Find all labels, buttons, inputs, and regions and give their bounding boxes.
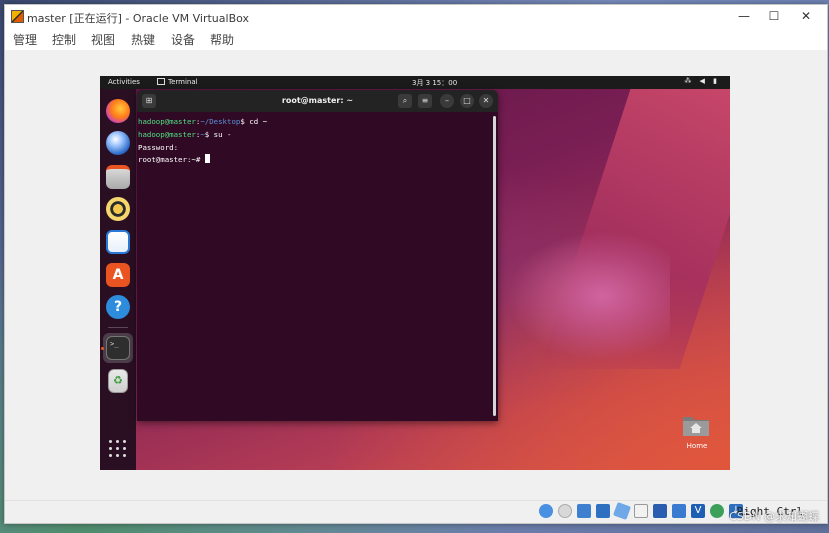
help-icon[interactable]: ?: [106, 295, 130, 319]
prompt-symbol: $: [204, 129, 214, 139]
maximize-button[interactable]: ☐: [759, 7, 789, 25]
terminal-window[interactable]: ⊞ root@master: ~ ⌕ ≡ – □ ✕ hadoop@master…: [137, 90, 498, 421]
menu-manage[interactable]: 管理: [13, 31, 37, 48]
terminal-close-button[interactable]: ✕: [479, 94, 493, 108]
libreoffice-writer-icon[interactable]: [106, 230, 130, 254]
window-title: master [正在运行] - Oracle VM VirtualBox: [27, 12, 250, 25]
running-indicator: [101, 347, 104, 350]
output-text: Password:: [138, 142, 179, 152]
app-menu-terminal[interactable]: Terminal: [168, 78, 198, 86]
menu-view[interactable]: 视图: [91, 31, 115, 48]
terminal-headerbar: ⊞ root@master: ~ ⌕ ≡ – □ ✕: [137, 90, 498, 112]
terminal-line: hadoop@master:~/Desktop$ cd ~: [138, 116, 498, 129]
virtualbox-logo-icon: [11, 10, 24, 23]
virtualization-icon[interactable]: V: [691, 504, 705, 518]
prompt-path: ~/Desktop: [200, 117, 241, 126]
usb-icon[interactable]: [613, 502, 631, 520]
close-button[interactable]: ✕: [791, 7, 821, 25]
vm-display-area[interactable]: Activities Terminal 3月 3 15：00 ⁂ ◀ ▮ A ?…: [5, 50, 827, 501]
wallpaper-shape: [500, 226, 670, 366]
menu-control[interactable]: 控制: [52, 31, 76, 48]
hamburger-menu-icon[interactable]: ≡: [418, 94, 432, 108]
firefox-icon[interactable]: [106, 99, 130, 123]
text-cursor: [204, 154, 210, 164]
terminal-app-icon: [157, 78, 165, 85]
terminal-line: hadoop@master:~$ su -: [138, 129, 498, 142]
terminal-maximize-button[interactable]: □: [460, 94, 474, 108]
command-text: su -: [213, 129, 232, 139]
minimize-button[interactable]: —: [729, 7, 759, 25]
network-icon[interactable]: [596, 504, 610, 518]
show-applications-icon[interactable]: [109, 440, 127, 458]
menu-hotkeys[interactable]: 热键: [131, 31, 155, 48]
ubuntu-software-icon[interactable]: A: [106, 263, 130, 287]
prompt-user: hadoop@master: [138, 129, 196, 139]
menu-help[interactable]: 帮助: [210, 31, 234, 48]
rhythmbox-icon[interactable]: [106, 197, 130, 221]
menubar: 管理 控制 视图 热键 设备 帮助: [5, 28, 827, 50]
titlebar: master [正在运行] - Oracle VM VirtualBox — ☐…: [5, 5, 827, 28]
terminal-output[interactable]: hadoop@master:~/Desktop$ cd ~ hadoop@mas…: [137, 112, 498, 421]
root-prompt: root@master:~#: [138, 155, 205, 165]
prompt-user: hadoop@master: [138, 117, 196, 126]
home-folder-label: Home: [686, 442, 708, 450]
dock-separator: [108, 327, 128, 328]
clock[interactable]: 3月 3 15：00: [412, 78, 457, 88]
watermark: CSDN @求知蝴蝶: [729, 510, 819, 523]
terminal-icon[interactable]: >_: [106, 336, 130, 360]
terminal-minimize-button[interactable]: –: [440, 94, 454, 108]
video-capture-icon[interactable]: [672, 504, 686, 518]
files-icon[interactable]: [106, 165, 130, 189]
vbox-statusbar: V ↓ Right Ctrl: [5, 500, 827, 523]
system-menu-icons[interactable]: ⁂ ◀ ▮: [684, 77, 720, 85]
home-folder-icon[interactable]: [682, 413, 710, 437]
prompt-symbol: $: [240, 117, 250, 126]
hard-disk-icon[interactable]: [539, 504, 553, 518]
shared-folders-icon[interactable]: [634, 504, 648, 518]
gnome-top-bar: Activities Terminal 3月 3 15：00 ⁂ ◀ ▮: [100, 76, 730, 89]
optical-drive-icon[interactable]: [558, 504, 572, 518]
ubuntu-guest-screen[interactable]: Activities Terminal 3月 3 15：00 ⁂ ◀ ▮ A ?…: [100, 76, 730, 470]
trash-icon[interactable]: ♻: [108, 369, 128, 393]
terminal-line: root@master:~#: [138, 154, 498, 167]
dock: A ? >_ ♻: [100, 89, 136, 470]
audio-icon[interactable]: [577, 504, 591, 518]
display-icon[interactable]: [653, 504, 667, 518]
thunderbird-icon[interactable]: [106, 131, 130, 155]
terminal-scrollbar[interactable]: [493, 116, 496, 416]
virtualbox-window: master [正在运行] - Oracle VM VirtualBox — ☐…: [4, 4, 828, 524]
activities-button[interactable]: Activities: [108, 78, 140, 86]
terminal-line: Password:: [138, 142, 498, 155]
menu-devices[interactable]: 设备: [171, 31, 195, 48]
command-text: cd ~: [249, 117, 268, 126]
search-icon[interactable]: ⌕: [398, 94, 412, 108]
mouse-integration-icon[interactable]: [710, 504, 724, 518]
